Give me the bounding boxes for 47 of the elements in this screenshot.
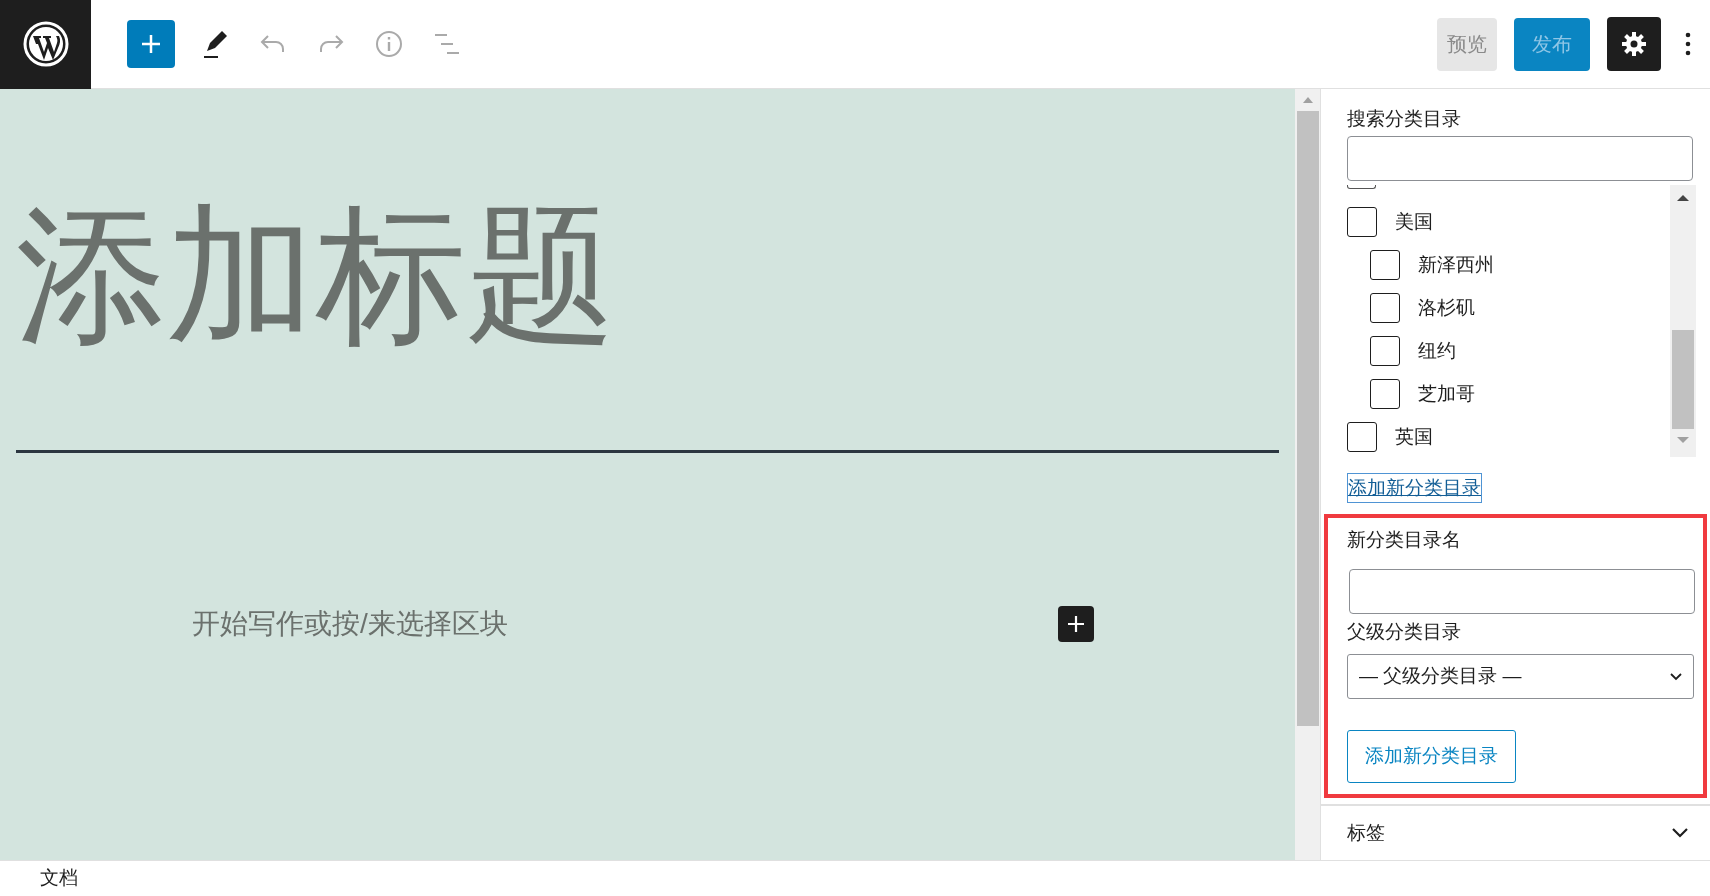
category-option[interactable]: 新泽西州 <box>1347 243 1670 287</box>
settings-icon <box>1621 31 1647 57</box>
checkbox[interactable] <box>1370 379 1400 409</box>
category-option[interactable]: 芝加哥 <box>1347 372 1670 416</box>
add-block-button[interactable] <box>127 20 175 68</box>
category-option[interactable]: 洛杉矶 <box>1347 286 1670 330</box>
scrollbar-thumb[interactable] <box>1296 111 1319 726</box>
select-value: — 父级分类目录 — <box>1359 664 1522 689</box>
plus-icon <box>139 32 163 56</box>
pencil-icon <box>201 29 229 59</box>
title-placeholder[interactable]: 添加标题 <box>16 193 1296 358</box>
checkbox[interactable] <box>1370 250 1400 280</box>
add-category-button[interactable]: 添加新分类目录 <box>1347 730 1516 783</box>
category-option[interactable]: 美国 <box>1347 200 1670 244</box>
settings-button[interactable] <box>1607 17 1661 71</box>
insert-block-button[interactable] <box>1058 606 1094 642</box>
tags-panel-header[interactable]: 标签 <box>1321 806 1710 860</box>
scroll-down-arrow-icon <box>1677 436 1689 443</box>
field-label: 父级分类目录 <box>1347 619 1462 644</box>
parent-category-select[interactable]: — 父级分类目录 — <box>1347 654 1694 699</box>
checkbox[interactable] <box>1347 207 1377 237</box>
category-name-field[interactable] <box>1349 568 1695 614</box>
undo-icon <box>259 33 287 55</box>
scroll-up-arrow-icon <box>1677 194 1689 201</box>
scroll-up-arrow-icon <box>1302 97 1313 103</box>
category-option[interactable]: 纽约 <box>1347 329 1670 373</box>
search-field[interactable] <box>1347 135 1693 181</box>
wordpress-logo-icon <box>21 20 70 68</box>
breadcrumb-link[interactable]: 文档 <box>40 864 78 893</box>
info-icon <box>375 30 403 58</box>
search-label: 搜索分类目录 <box>1347 107 1462 131</box>
redo-icon <box>317 33 345 55</box>
checkbox[interactable] <box>1347 422 1377 452</box>
checkbox[interactable] <box>1370 293 1400 323</box>
plus-icon <box>1066 614 1086 634</box>
paragraph-placeholder[interactable]: 开始写作或按/来选择区块 <box>192 603 508 645</box>
chevron-down-icon <box>1670 672 1682 681</box>
list-outline-icon <box>433 32 461 56</box>
checkbox[interactable] <box>1370 336 1400 366</box>
list-scrollbar[interactable] <box>1670 184 1696 457</box>
field-label: 新分类目录名 <box>1347 528 1462 552</box>
vertical-dots-icon <box>1685 32 1691 56</box>
add-category-link[interactable]: 添加新分类目录 <box>1347 472 1482 503</box>
scrollbar-thumb[interactable] <box>1672 329 1694 429</box>
editor-scrollbar[interactable] <box>1295 89 1320 860</box>
logo-tile[interactable] <box>0 0 91 89</box>
category-option[interactable]: 英国 <box>1347 415 1670 457</box>
